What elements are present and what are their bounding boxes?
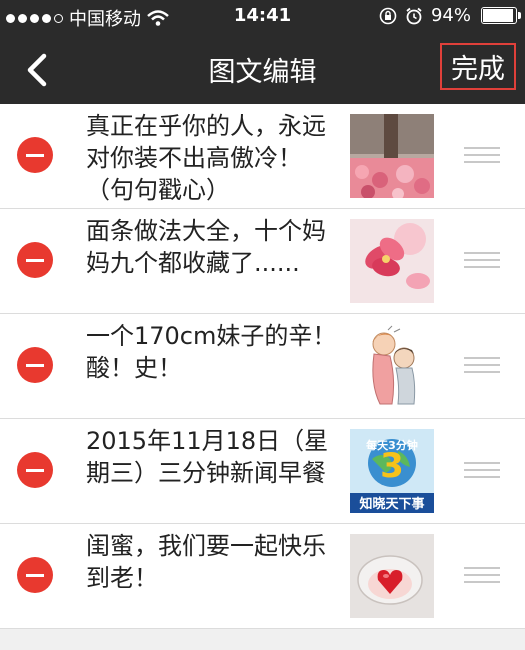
article-title: 2015年11月18日（星期三）三分钟新闻早餐 xyxy=(86,427,329,487)
delete-button[interactable] xyxy=(17,242,53,278)
delete-button[interactable] xyxy=(17,347,53,383)
reorder-handle-icon[interactable] xyxy=(464,357,500,378)
rotation-lock-icon xyxy=(379,7,397,24)
reorder-handle-icon[interactable] xyxy=(464,147,500,168)
delete-button[interactable] xyxy=(17,137,53,173)
article-thumbnail xyxy=(350,534,434,618)
list-item: 一个170cm妹子的辛！酸！史！ xyxy=(0,314,525,419)
reorder-handle-icon[interactable] xyxy=(464,462,500,483)
list-item: 真正在乎你的人，永远对你装不出高傲冷！（句句戳心） xyxy=(0,104,525,209)
article-title: 一个170cm妹子的辛！酸！史！ xyxy=(86,322,337,382)
article-list: 真正在乎你的人，永远对你装不出高傲冷！（句句戳心） 面条做法大全，十个妈妈九个都… xyxy=(0,104,525,629)
battery-icon xyxy=(481,7,521,24)
article-title: 面条做法大全，十个妈妈九个都收藏了...... xyxy=(86,217,326,277)
status-right: 94% xyxy=(379,5,521,26)
delete-button[interactable] xyxy=(17,452,53,488)
list-item: 面条做法大全，十个妈妈九个都收藏了...... xyxy=(0,209,525,314)
alarm-icon xyxy=(406,7,422,24)
nav-bar: 图文编辑 完成 xyxy=(0,33,525,104)
battery-percent: 94% xyxy=(430,5,471,26)
list-item: 2015年11月18日（星期三）三分钟新闻早餐 3 每天3分钟 知晓天下事 xyxy=(0,419,525,524)
thumb-logo-top: 每天3分钟 xyxy=(366,438,418,452)
article-thumbnail xyxy=(350,324,434,408)
article-thumbnail xyxy=(350,219,434,303)
delete-button[interactable] xyxy=(17,557,53,593)
article-title: 真正在乎你的人，永远对你装不出高傲冷！（句句戳心） xyxy=(86,112,326,204)
battery-fill xyxy=(483,9,514,22)
reorder-handle-icon[interactable] xyxy=(464,567,500,588)
done-button[interactable]: 完成 xyxy=(440,43,516,90)
reorder-handle-icon[interactable] xyxy=(464,252,500,273)
thumb-logo-bottom: 知晓天下事 xyxy=(359,496,424,512)
article-title: 闺蜜，我们要一起快乐到老！ xyxy=(86,532,326,592)
status-bar: 中国移动 14:41 94% xyxy=(0,0,525,33)
thumb-logo-number: 3 xyxy=(380,446,404,486)
article-thumbnail xyxy=(350,114,434,198)
list-item: 闺蜜，我们要一起快乐到老！ xyxy=(0,524,525,629)
article-thumbnail: 3 每天3分钟 知晓天下事 xyxy=(350,429,434,513)
